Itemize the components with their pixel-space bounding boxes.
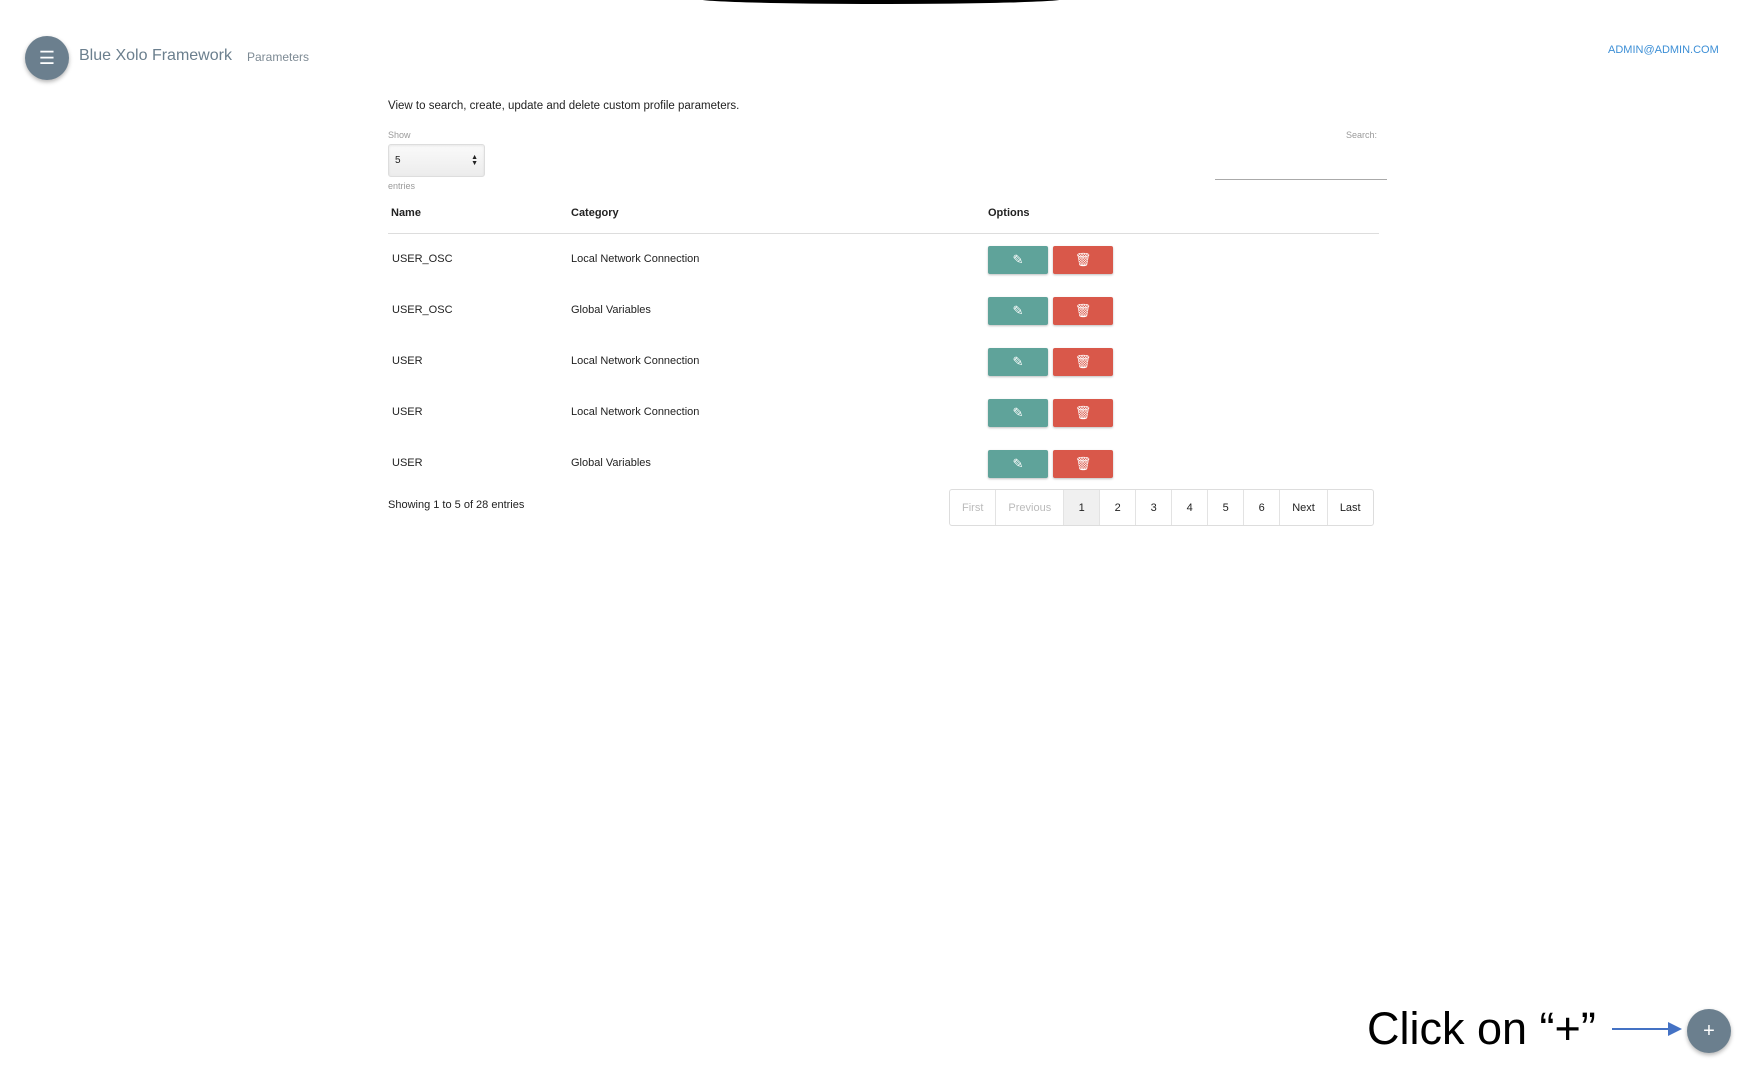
row-category: Local Network Connection <box>571 406 700 418</box>
page-size-value: 5 <box>395 155 401 166</box>
edit-button[interactable]: ✎ <box>988 297 1048 325</box>
page-1[interactable]: 1 <box>1064 490 1101 525</box>
delete-button[interactable]: 🗑 <box>1053 399 1113 427</box>
arrowhead-icon <box>1668 1022 1682 1036</box>
row-name: USER <box>392 406 423 418</box>
search-label: Search: <box>1346 130 1378 140</box>
trash-icon: 🗑 <box>1074 405 1092 420</box>
delete-button[interactable]: 🗑 <box>1053 450 1113 478</box>
delete-button[interactable]: 🗑 <box>1053 348 1113 376</box>
row-category: Local Network Connection <box>571 253 700 265</box>
page-next[interactable]: Next <box>1280 490 1328 525</box>
search-input[interactable] <box>1215 150 1387 180</box>
trash-icon: 🗑 <box>1074 303 1092 318</box>
pencil-icon: ✎ <box>1012 252 1024 267</box>
show-label: Show <box>388 130 411 140</box>
row-name: USER <box>392 457 423 469</box>
edit-button[interactable]: ✎ <box>988 450 1048 478</box>
trash-icon: 🗑 <box>1074 456 1092 471</box>
row-category: Local Network Connection <box>571 355 700 367</box>
row-name: USER_OSC <box>392 304 453 316</box>
top-edge-decoration <box>699 0 1063 4</box>
page-4[interactable]: 4 <box>1172 490 1209 525</box>
column-header-category[interactable]: Category <box>571 207 619 219</box>
page-2[interactable]: 2 <box>1100 490 1137 525</box>
table-info: Showing 1 to 5 of 28 entries <box>388 499 525 511</box>
hamburger-icon: ☰ <box>38 47 56 68</box>
edit-button[interactable]: ✎ <box>988 399 1048 427</box>
menu-button[interactable]: ☰ <box>25 36 69 80</box>
select-arrows-icon: ▲ ▼ <box>471 153 478 167</box>
header-divider <box>388 233 1379 234</box>
arrow-icon <box>1612 1028 1672 1030</box>
pencil-icon: ✎ <box>1012 303 1024 318</box>
page-6[interactable]: 6 <box>1244 490 1281 525</box>
row-name: USER <box>392 355 423 367</box>
page-5[interactable]: 5 <box>1208 490 1245 525</box>
page-first[interactable]: First <box>950 490 997 525</box>
trash-icon: 🗑 <box>1074 354 1092 369</box>
column-header-options: Options <box>988 207 1030 219</box>
edit-button[interactable]: ✎ <box>988 246 1048 274</box>
page-description: View to search, create, update and delet… <box>388 100 740 112</box>
pagination: First Previous 1 2 3 4 5 6 Next Last <box>949 489 1374 526</box>
trash-icon: 🗑 <box>1074 252 1092 267</box>
app-title: Blue Xolo Framework <box>79 47 232 64</box>
column-header-name[interactable]: Name <box>391 207 421 219</box>
row-name: USER_OSC <box>392 253 453 265</box>
page-3[interactable]: 3 <box>1136 490 1173 525</box>
page-last[interactable]: Last <box>1328 490 1373 525</box>
page-size-select[interactable]: 5 ▲ ▼ <box>388 144 485 177</box>
row-category: Global Variables <box>571 304 651 316</box>
pencil-icon: ✎ <box>1012 405 1024 420</box>
pencil-icon: ✎ <box>1012 456 1024 471</box>
entries-label: entries <box>388 181 416 191</box>
page-previous[interactable]: Previous <box>996 490 1065 525</box>
delete-button[interactable]: 🗑 <box>1053 297 1113 325</box>
breadcrumb: Parameters <box>247 50 310 64</box>
delete-button[interactable]: 🗑 <box>1053 246 1113 274</box>
edit-button[interactable]: ✎ <box>988 348 1048 376</box>
row-category: Global Variables <box>571 457 651 469</box>
user-account-link[interactable]: ADMIN@ADMIN.COM <box>1608 44 1719 56</box>
plus-icon: + <box>1703 1019 1715 1042</box>
add-button[interactable]: + <box>1687 1009 1731 1053</box>
pencil-icon: ✎ <box>1012 354 1024 369</box>
instruction-annotation: Click on “+” <box>1367 1003 1596 1054</box>
